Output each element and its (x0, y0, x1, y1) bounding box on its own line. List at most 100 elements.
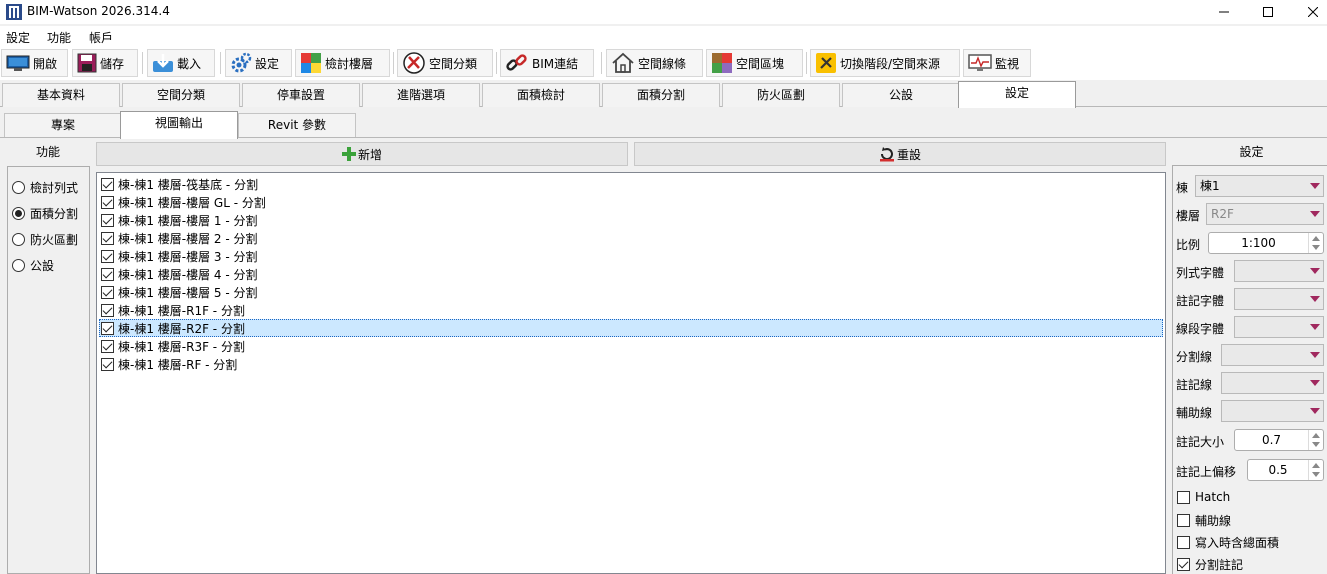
tab-space-classify[interactable]: 空間分類 (122, 83, 240, 107)
monitor-button[interactable]: 監視 (963, 49, 1031, 77)
list-item-selected[interactable]: 棟-棟1 樓層-R2F - 分割 (99, 319, 1163, 337)
chevron-down-icon[interactable] (1307, 261, 1323, 281)
spinner-arrows-icon[interactable] (1308, 233, 1323, 253)
list-item[interactable]: 棟-棟1 樓層-R3F - 分割 (101, 337, 245, 355)
tab-settings[interactable]: 設定 (958, 81, 1076, 108)
annotation-font-select[interactable] (1234, 288, 1324, 310)
tab-advanced[interactable]: 進階選項 (362, 83, 480, 107)
split-line-select[interactable] (1221, 344, 1324, 366)
minimize-button[interactable] (1201, 0, 1247, 24)
space-blocks-button[interactable]: 空間區塊 (706, 49, 803, 77)
chevron-down-icon[interactable] (1307, 289, 1323, 309)
tab-public-facilities[interactable]: 公設 (842, 83, 960, 107)
checkbox[interactable] (1177, 490, 1190, 504)
radio-label: 公設 (30, 259, 55, 273)
checkbox[interactable] (1177, 558, 1190, 571)
tab-area-check[interactable]: 面積檢討 (482, 83, 600, 107)
list-item[interactable]: 棟-棟1 樓層-樓層 1 - 分割 (101, 211, 258, 229)
tab-revit-params[interactable]: Revit 參數 (238, 113, 356, 137)
open-button[interactable]: 開啟 (1, 49, 68, 77)
list-item[interactable]: 棟-棟1 樓層-R1F - 分割 (101, 301, 245, 319)
chevron-down-icon[interactable] (1307, 204, 1323, 224)
checkbox[interactable] (101, 177, 114, 191)
column-font-select[interactable] (1234, 260, 1324, 282)
floor-select[interactable]: R2F (1206, 203, 1324, 225)
menu-functions[interactable]: 功能 (47, 29, 71, 46)
tab-parking[interactable]: 停車設置 (242, 83, 360, 107)
close-button[interactable] (1290, 0, 1327, 24)
include-total-area-checkbox-row[interactable]: 寫入時含總面積 (1177, 534, 1279, 551)
checkbox[interactable] (101, 231, 114, 245)
add-button[interactable]: 新增 (96, 142, 628, 166)
radio-option-fire-zone[interactable]: 防火區劃 (12, 231, 78, 248)
scale-spinner[interactable]: 1:100 (1208, 232, 1324, 254)
segment-font-select[interactable] (1234, 316, 1324, 338)
settings-button[interactable]: 設定 (225, 49, 292, 77)
list-item[interactable]: 棟-棟1 樓層-樓層 GL - 分割 (101, 193, 266, 211)
reset-button[interactable]: 重設 (634, 142, 1166, 166)
toolbar-separator (601, 52, 602, 74)
tab-fire-zone[interactable]: 防火區劃 (722, 83, 840, 107)
list-item[interactable]: 棟-棟1 樓層-樓層 5 - 分割 (101, 283, 258, 301)
chevron-down-icon[interactable] (1307, 345, 1323, 365)
switch-phase-button[interactable]: 切換階段/空間來源 (810, 49, 960, 77)
checkbox[interactable] (101, 267, 114, 281)
radio-button[interactable] (12, 233, 25, 246)
checkbox[interactable] (1177, 536, 1190, 549)
checkbox[interactable] (101, 357, 114, 371)
radio-button[interactable] (12, 181, 25, 194)
chevron-down-icon[interactable] (1307, 176, 1323, 196)
hatch-checkbox-row[interactable]: Hatch (1177, 490, 1230, 504)
list-item[interactable]: 棟-棟1 樓層-樓層 3 - 分割 (101, 247, 258, 265)
gears-settings-icon (231, 52, 252, 73)
maximize-button[interactable] (1245, 0, 1291, 24)
aux-line-select[interactable] (1221, 400, 1324, 422)
tab-view-output[interactable]: 視圖輸出 (120, 111, 238, 139)
annotation-line-select[interactable] (1221, 372, 1324, 394)
checkbox[interactable] (101, 195, 114, 209)
chevron-down-icon[interactable] (1307, 317, 1323, 337)
list-item[interactable]: 棟-棟1 樓層-樓層 2 - 分割 (101, 229, 258, 247)
checkbox[interactable] (101, 213, 114, 227)
building-select[interactable]: 棟1 (1195, 175, 1324, 197)
radio-button-selected[interactable] (12, 207, 25, 220)
split-annotation-checkbox-row[interactable]: 分割註記 (1177, 556, 1243, 573)
menu-account[interactable]: 帳戶 (89, 29, 113, 46)
main-tab-bar: 基本資料 空間分類 停車設置 進階選項 面積檢討 面積分割 防火區劃 公設 設定 (0, 81, 1327, 108)
load-button[interactable]: 載入 (147, 49, 215, 77)
annotation-size-spinner[interactable]: 0.7 (1234, 429, 1324, 451)
space-classify-button[interactable]: 空間分類 (397, 49, 493, 77)
floor-label: 樓層 (1176, 209, 1201, 223)
radio-option-public[interactable]: 公設 (12, 257, 54, 274)
tab-project[interactable]: 專案 (4, 113, 122, 137)
color-blocks-icon (712, 53, 732, 73)
building-value: 棟1 (1200, 179, 1220, 193)
radio-option-area-split[interactable]: 面積分割 (12, 205, 78, 222)
checkbox[interactable] (101, 285, 114, 299)
list-item[interactable]: 棟-棟1 樓層-RF - 分割 (101, 355, 237, 373)
menu-settings[interactable]: 設定 (6, 29, 30, 46)
list-item[interactable]: 棟-棟1 樓層-樓層 4 - 分割 (101, 265, 258, 283)
checkbox[interactable] (101, 249, 114, 263)
tab-basic-info[interactable]: 基本資料 (2, 83, 120, 107)
space-lines-button[interactable]: 空間線條 (606, 49, 703, 77)
radio-option-column[interactable]: 檢討列式 (12, 179, 78, 196)
chevron-down-icon[interactable] (1307, 373, 1323, 393)
checkbox[interactable] (101, 339, 114, 353)
aux-line-checkbox-row[interactable]: 輔助線 (1177, 512, 1231, 529)
check-floors-button[interactable]: 檢討樓層 (295, 49, 390, 77)
checkbox[interactable] (1177, 514, 1190, 527)
chevron-down-icon[interactable] (1307, 401, 1323, 421)
checkbox[interactable] (101, 303, 114, 317)
list-item[interactable]: 棟-棟1 樓層-筏基底 - 分割 (101, 175, 258, 193)
spinner-arrows-icon[interactable] (1308, 430, 1323, 450)
annotation-offset-spinner[interactable]: 0.5 (1247, 459, 1324, 481)
bim-link-button[interactable]: BIM連結 (500, 49, 594, 77)
radio-button[interactable] (12, 259, 25, 272)
tab-area-split[interactable]: 面積分割 (602, 83, 720, 107)
save-button[interactable]: 儲存 (72, 49, 138, 77)
view-list[interactable]: 棟-棟1 樓層-筏基底 - 分割 棟-棟1 樓層-樓層 GL - 分割 棟-棟1… (96, 172, 1166, 574)
checkbox[interactable] (101, 321, 114, 335)
space-classify-label: 空間分類 (429, 56, 478, 71)
spinner-arrows-icon[interactable] (1308, 460, 1323, 480)
